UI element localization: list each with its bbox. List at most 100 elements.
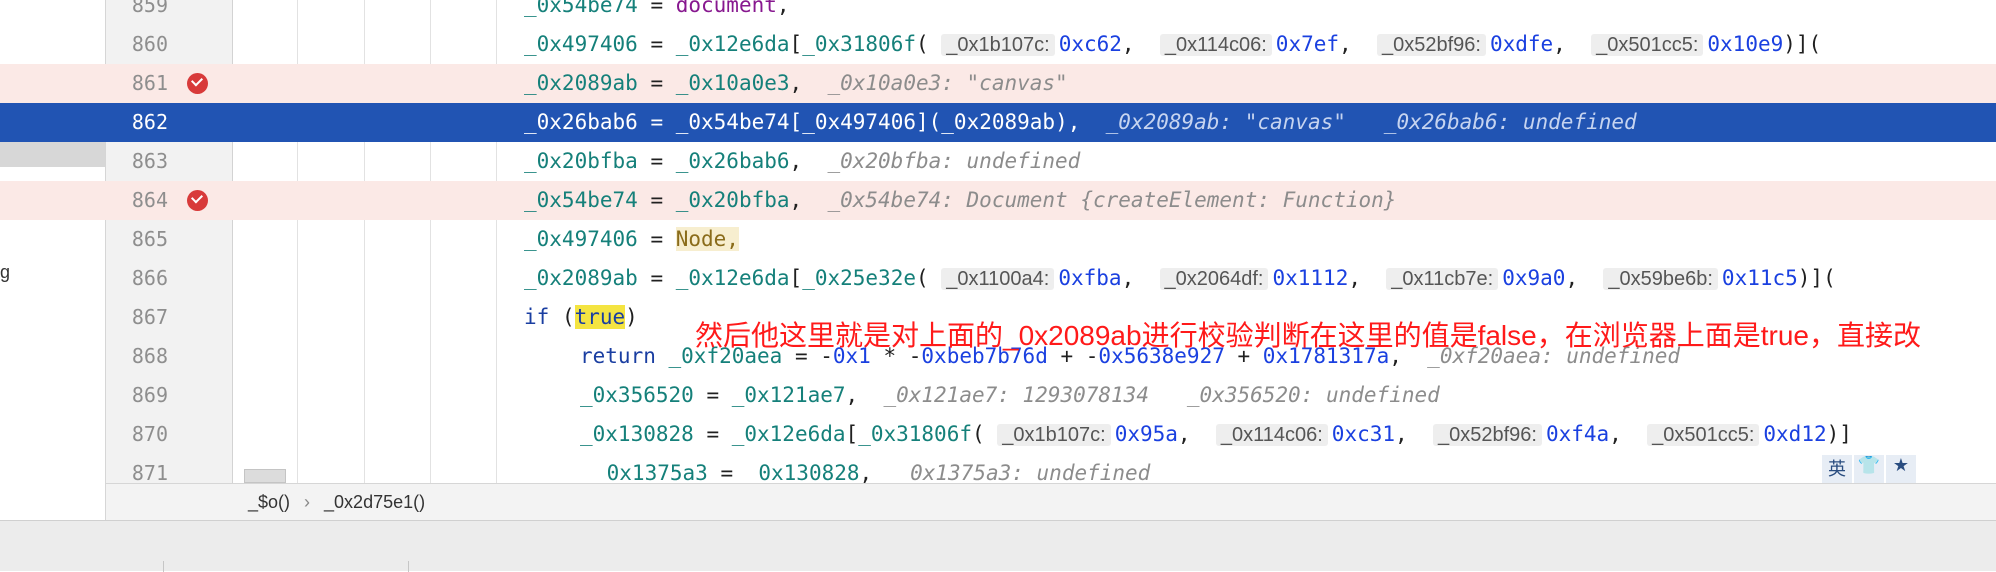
line-number[interactable]: 859 [106,0,168,25]
code-text: _0x130828 = _0x12e6da[_0x31806f( _0x1b10… [580,415,1852,454]
code-token: = [707,461,746,485]
code-token: , [1609,422,1648,446]
code-token: [ [845,422,859,446]
code-line[interactable]: 862 _0x26bab6 = _0x54be74[_0x497406](_0x2… [0,103,1996,142]
code-line[interactable]: 863 _0x20bfba = _0x26bab6, _0x20bfba: und… [0,142,1996,181]
inline-value-hint: _0x10a0e3: "canvas" [827,71,1068,95]
red-annotation-text: 然后他这里就是对上面的_0x2089ab进行校验判断在这里的值是false，在浏… [695,320,1921,351]
code-token: = [637,227,676,251]
code-token: , [1121,32,1160,56]
code-token: if [524,305,550,329]
code-line[interactable]: 870 _0x130828 = _0x12e6da[_0x31806f( _0x1… [0,415,1996,454]
parameter-hint-label: _0x1b107c: [997,424,1111,446]
code-token: _0x12e6da [731,422,846,446]
code-token: _0x2089ab [524,266,638,290]
line-number[interactable]: 866 [106,259,168,298]
code-line[interactable]: 869 _0x356520 = _0x121ae7, _0x121ae7: 129… [0,376,1996,415]
chevron-right-icon: › [304,491,311,512]
code-token: [ [789,32,803,56]
code-token: _0x54be74 [524,0,638,17]
code-text: _0x2089ab = _0x12e6da[_0x25e32e( _0x1100… [524,259,1836,298]
code-token: _0x12e6da [675,32,790,56]
code-line[interactable]: 866 _0x2089ab = _0x12e6da[_0x25e32e( _0x1… [0,259,1996,298]
line-number[interactable]: 867 [106,298,168,337]
code-token: )] [1826,422,1852,446]
line-number[interactable]: 865 [106,220,168,259]
ime-skin-icon[interactable]: 👕 [1854,455,1884,485]
code-line[interactable]: 859 _0x54be74 = document, [0,0,1996,25]
breadcrumb-item[interactable]: _$o() [248,492,290,513]
parameter-hint-label: _0x114c06: [1159,34,1272,56]
code-text: _0x54be74 = _0x20bfba, _0x54be74: Docume… [524,181,1396,220]
code-token: , [789,188,828,212]
code-token: 0x95a [1114,422,1178,446]
line-number[interactable]: 860 [106,25,168,64]
line-number[interactable]: 868 [106,337,168,376]
breakpoint-icon[interactable] [187,190,208,211]
line-number[interactable]: 863 [106,142,168,181]
code-line[interactable]: 861 _0x2089ab = _0x10a0e3, _0x10a0e3: "ca… [0,64,1996,103]
parameter-hint-label: _0x11cb7e: [1386,268,1499,290]
code-token: 0xc62 [1058,32,1122,56]
bottom-panel-bar [0,520,1996,572]
code-token: , [1553,32,1592,56]
parameter-hint-label: _0x1100a4: [941,268,1055,290]
code-token: _0x20bfba [675,188,790,212]
parameter-hint-label: _0x52bf96: [1432,424,1542,446]
code-token: = [637,149,676,173]
code-token: document [675,0,777,17]
code-token: 0xdfe [1489,32,1554,56]
code-text: _0x26bab6 = _0x54be74[_0x497406](_0x2089… [524,103,1637,142]
inline-value-hint: _0x1375a3: undefined [897,461,1151,485]
code-token: [ [789,266,803,290]
code-token: ), [1055,110,1106,134]
code-token: , [1565,266,1604,290]
code-token: 0xd12 [1763,422,1827,446]
ime-language-icon[interactable]: 英 [1822,455,1852,485]
code-token: Node, [675,227,739,251]
line-number[interactable]: 861 [106,64,168,103]
parameter-hint-label: _0x501cc5: [1647,424,1760,446]
code-token: _0x54be74 [675,110,790,134]
code-token: 0xc31 [1331,422,1396,446]
parameter-hint-label: _0x114c06: [1215,424,1328,446]
code-token: , [845,383,884,407]
breadcrumb-item[interactable]: _0x2d75e1() [324,492,425,513]
code-token: = [637,32,676,56]
code-token: = [637,266,676,290]
line-number[interactable]: 864 [106,181,168,220]
code-token: , [1348,266,1387,290]
code-token: _0x2089ab [941,110,1056,134]
code-token: _0x130828 [580,422,694,446]
parameter-hint-label: _0x1b107c: [941,34,1055,56]
code-token: ( [549,305,575,329]
line-number[interactable]: 870 [106,415,168,454]
code-token: = [637,188,676,212]
code-line[interactable]: 864 _0x54be74 = _0x20bfba, _0x54be74: Doc… [0,181,1996,220]
code-token: return [580,344,656,368]
code-token: , [789,149,828,173]
panel-divider [163,561,164,572]
code-token: _0x54be74 [524,188,638,212]
code-token: _0x2089ab [524,71,638,95]
code-token: true [574,305,626,329]
horizontal-scrollbar-thumb[interactable] [244,469,286,483]
code-token: _0x356520 [580,383,694,407]
code-token: ) [625,305,638,329]
parameter-hint-label: _0x52bf96: [1376,34,1486,56]
code-token: ( [915,32,942,56]
code-token: , [859,461,898,485]
code-token: 0x10e9 [1707,32,1784,56]
line-number[interactable]: 869 [106,376,168,415]
code-token: = [637,0,676,17]
line-number[interactable]: 862 [106,103,168,142]
code-token: _0x121ae7 [731,383,846,407]
ime-star-icon[interactable]: ★ [1886,455,1916,485]
code-line[interactable]: 860 _0x497406 = _0x12e6da[_0x31806f( _0x1… [0,25,1996,64]
inline-value-hint: _0x121ae7: 1293078134 _0x356520: undefin… [883,383,1440,407]
code-token: _0x20bfba [524,149,638,173]
breakpoint-icon[interactable] [187,73,208,94]
ime-toolbar[interactable]: 英 👕 ★ [1822,455,1916,485]
parameter-hint-label: _0x59be6b: [1603,268,1718,290]
code-line[interactable]: 865 _0x497406 = Node, [0,220,1996,259]
